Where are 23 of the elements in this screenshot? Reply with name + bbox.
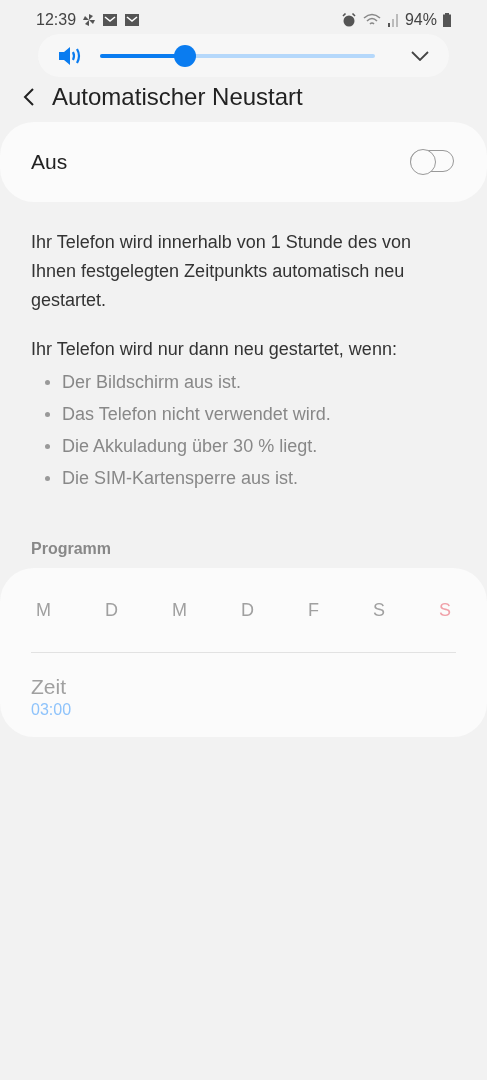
- switch-label: Aus: [31, 150, 68, 174]
- description-text: Ihr Telefon wird innerhalb von 1 Stunde des von Ihnen festgelegten Zeitpunkts automatisch neu gestartet.: [30, 231, 412, 312]
- signal-icon: [386, 13, 399, 27]
- wifi-icon: [362, 13, 381, 27]
- status-time: 12:39: [36, 11, 77, 29]
- condition-text: Das Telefon nicht verwendet wird.: [62, 403, 331, 426]
- alarm-icon: [340, 12, 357, 28]
- time-value: 03:00: [31, 701, 72, 719]
- volume-slider[interactable]: [100, 44, 375, 67]
- conditions-intro: Ihr Telefon wird nur dann neu gestartet, wenn:: [30, 338, 398, 361]
- battery-percent: 94%: [404, 11, 437, 29]
- back-icon[interactable]: [22, 87, 36, 107]
- pinwheel-icon: [82, 13, 97, 27]
- page-title: Automatischer Neustart: [52, 83, 303, 111]
- condition-text: Der Bildschirm aus ist.: [62, 371, 242, 394]
- chevron-down-icon[interactable]: [411, 50, 429, 61]
- battery-icon: [443, 13, 451, 27]
- condition-text: Die Akkuladung über 30 % liegt.: [62, 435, 318, 458]
- mail-icon: [124, 13, 141, 27]
- switch-card[interactable]: Aus: [0, 122, 487, 202]
- condition-text: Die SIM-Kartensperre aus ist.: [62, 467, 299, 490]
- mail-icon: [102, 13, 119, 27]
- section-heading: Programm: [30, 540, 113, 558]
